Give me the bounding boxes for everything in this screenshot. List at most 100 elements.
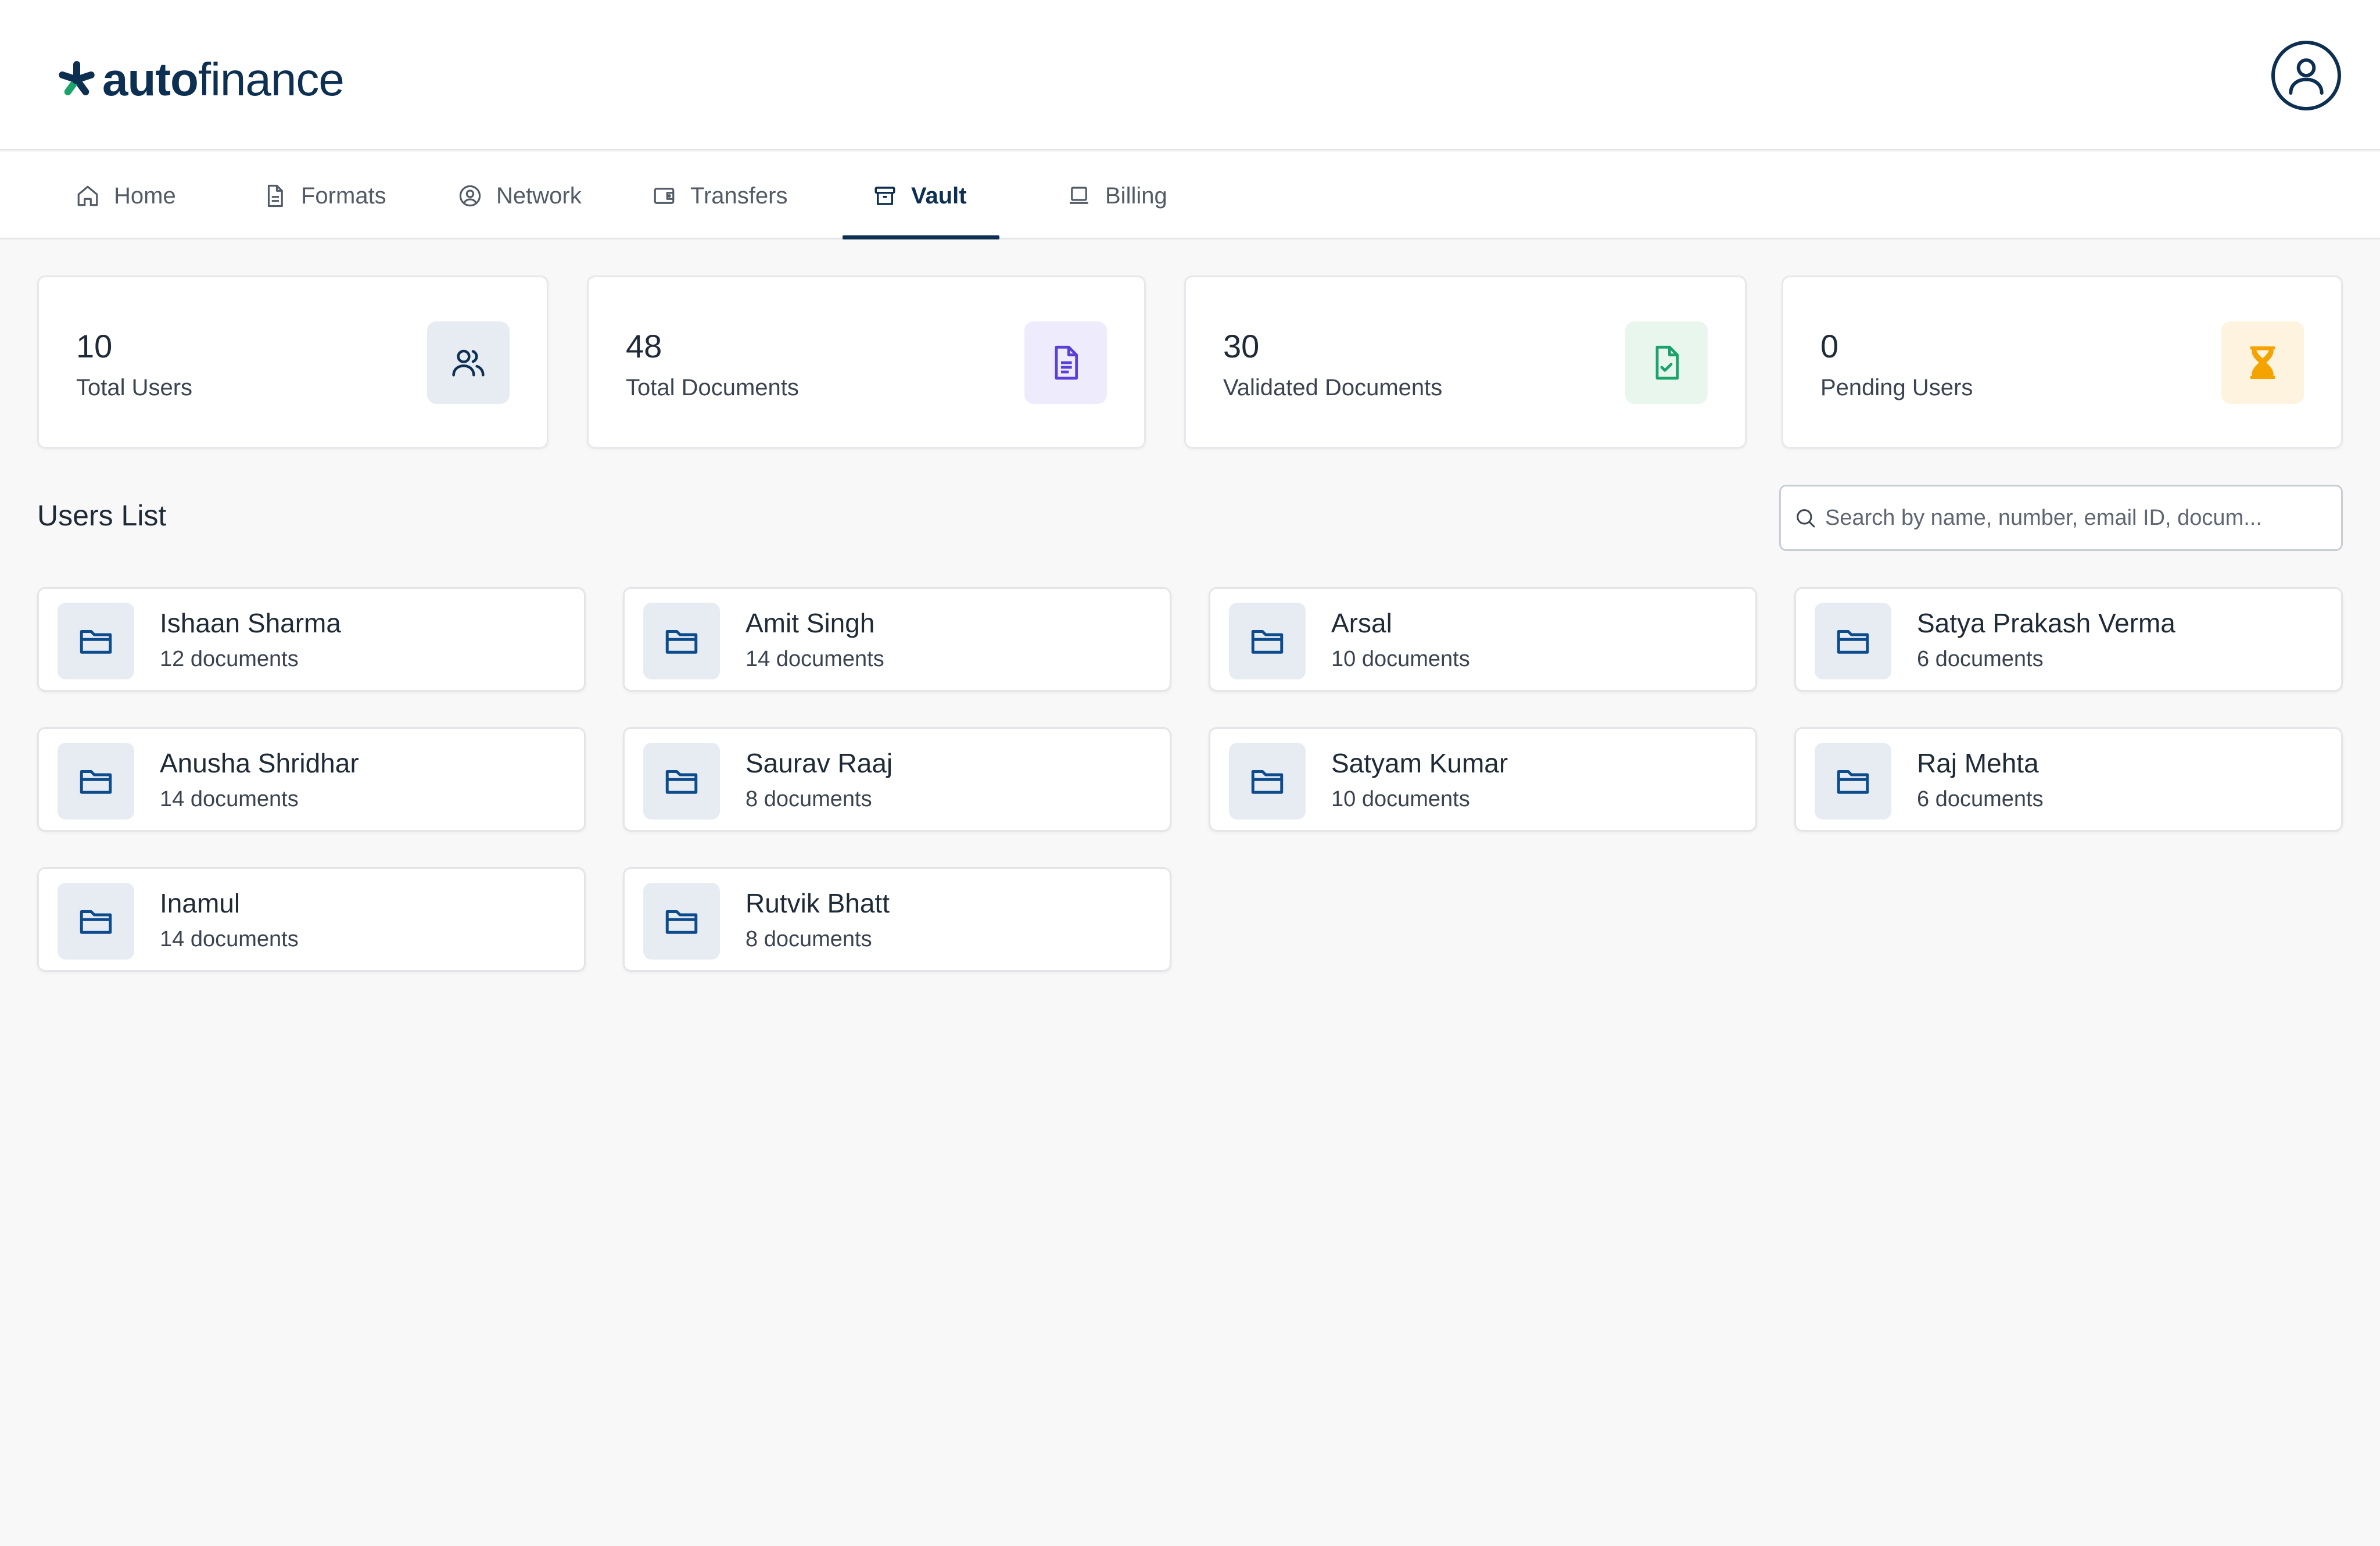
folder-icon — [665, 910, 698, 934]
user-name: Satya Prakash Verma — [1917, 608, 2175, 638]
folder-icon — [1251, 630, 1284, 654]
app-name: autofinance — [102, 53, 345, 105]
user-card[interactable]: Arsal 10 documents — [1209, 587, 1757, 692]
folder-icon-box — [58, 743, 134, 819]
folder-icon — [80, 770, 112, 794]
app-name-bold: auto — [102, 53, 199, 105]
tab-network[interactable]: Network — [458, 152, 582, 239]
user-card[interactable]: Rutvik Bhatt 8 documents — [623, 867, 1171, 972]
main-nav-tabs: Home Formats Network Transfers Vault Bil… — [0, 152, 2380, 239]
tab-home-label: Home — [114, 182, 176, 209]
tab-vault[interactable]: Vault — [873, 152, 967, 239]
user-name: Inamul — [160, 888, 241, 918]
stat-value: 48 — [626, 328, 662, 364]
user-name: Saurav Raaj — [745, 748, 893, 778]
search-icon — [1797, 509, 1815, 528]
user-document-count: 6 documents — [1917, 647, 2044, 671]
tab-transfers[interactable]: Transfers — [652, 152, 787, 239]
document-text-icon — [1055, 345, 1078, 380]
folder-icon-box — [1815, 743, 1891, 819]
user-document-count: 10 documents — [1331, 647, 1470, 671]
profile-avatar-button[interactable] — [2271, 41, 2341, 110]
folder-icon-box — [1229, 743, 1306, 819]
folder-icon-box — [643, 603, 720, 679]
user-card[interactable]: Saurav Raaj 8 documents — [623, 727, 1171, 832]
user-card[interactable]: Satyam Kumar 10 documents — [1209, 727, 1757, 832]
folder-icon — [1251, 770, 1284, 794]
user-card[interactable]: Amit Singh 14 documents — [623, 587, 1171, 692]
stat-icon-box — [427, 321, 510, 404]
user-name: Satyam Kumar — [1331, 748, 1508, 778]
user-document-count: 12 documents — [160, 647, 299, 671]
stat-card-total-users: 10 Total Users — [37, 275, 549, 449]
users-icon — [452, 349, 485, 377]
tab-network-label: Network — [496, 182, 582, 209]
document-icon — [267, 184, 283, 207]
stat-card-total-documents: 48 Total Documents — [587, 275, 1146, 449]
stat-value: 0 — [1820, 328, 1839, 364]
folder-icon-box — [643, 743, 720, 819]
archive-icon — [874, 187, 895, 205]
asterisk-logo-icon — [59, 61, 95, 96]
tab-vault-label: Vault — [911, 182, 967, 209]
hourglass-icon — [2250, 346, 2275, 379]
user-card[interactable]: Ishaan Sharma 12 documents — [37, 587, 586, 692]
folder-icon-box — [643, 883, 720, 960]
folder-icon-box — [58, 603, 134, 679]
user-name: Raj Mehta — [1917, 748, 2039, 778]
folder-icon — [665, 630, 698, 654]
tab-formats-label: Formats — [301, 182, 386, 209]
user-card[interactable]: Inamul 14 documents — [37, 867, 586, 972]
user-document-count: 14 documents — [160, 787, 299, 811]
user-name: Anusha Shridhar — [160, 748, 359, 778]
stat-value: 10 — [76, 328, 113, 364]
stat-label: Total Users — [76, 375, 193, 400]
stat-card-pending-users: 0 Pending Users — [1782, 275, 2343, 449]
tab-transfers-label: Transfers — [690, 182, 788, 209]
stat-icon-box — [2221, 321, 2304, 404]
stat-icon-box — [1024, 321, 1107, 404]
folder-icon — [80, 910, 112, 934]
user-card[interactable]: Anusha Shridhar 14 documents — [37, 727, 586, 832]
user-document-count: 10 documents — [1331, 787, 1470, 811]
home-icon — [77, 185, 98, 206]
laptop-icon — [1070, 187, 1088, 204]
user-document-count: 14 documents — [160, 927, 299, 951]
user-card[interactable]: Raj Mehta 6 documents — [1794, 727, 2343, 832]
user-name: Amit Singh — [745, 608, 875, 638]
tab-billing-label: Billing — [1105, 182, 1167, 209]
stat-card-validated-documents: 30 Validated Documents — [1184, 275, 1747, 449]
folder-icon — [1837, 630, 1869, 654]
stat-icon-box — [1625, 321, 1708, 404]
search-box[interactable] — [1779, 485, 2343, 551]
user-document-count: 14 documents — [745, 647, 884, 671]
user-name: Rutvik Bhatt — [745, 888, 890, 918]
user-circle-icon — [459, 185, 481, 207]
file-check-icon — [1655, 345, 1679, 380]
wallet-icon — [654, 188, 675, 204]
stat-value: 30 — [1223, 328, 1260, 364]
stat-label: Total Documents — [626, 375, 799, 400]
app-logo[interactable]: autofinance — [56, 53, 345, 106]
user-name: Ishaan Sharma — [160, 608, 341, 638]
folder-icon — [80, 630, 112, 654]
tab-home[interactable]: Home — [76, 152, 176, 239]
top-header: autofinance — [0, 0, 2380, 151]
user-card[interactable]: Satya Prakash Verma 6 documents — [1794, 587, 2343, 692]
active-tab-indicator — [843, 235, 999, 239]
folder-icon-box — [58, 883, 134, 960]
folder-icon — [665, 770, 698, 794]
folder-icon-box — [1815, 603, 1891, 679]
user-document-count: 8 documents — [745, 787, 872, 811]
users-list-title: Users List — [37, 499, 167, 532]
user-document-count: 8 documents — [745, 927, 872, 951]
user-name: Arsal — [1331, 608, 1392, 638]
search-input[interactable] — [1825, 505, 2325, 531]
stat-label: Pending Users — [1820, 375, 1973, 400]
folder-icon — [1837, 770, 1869, 794]
user-icon — [2289, 58, 2324, 95]
tab-formats[interactable]: Formats — [263, 152, 386, 239]
folder-icon-box — [1229, 603, 1306, 679]
app-name-light: finance — [198, 53, 345, 105]
tab-billing[interactable]: Billing — [1067, 152, 1167, 239]
